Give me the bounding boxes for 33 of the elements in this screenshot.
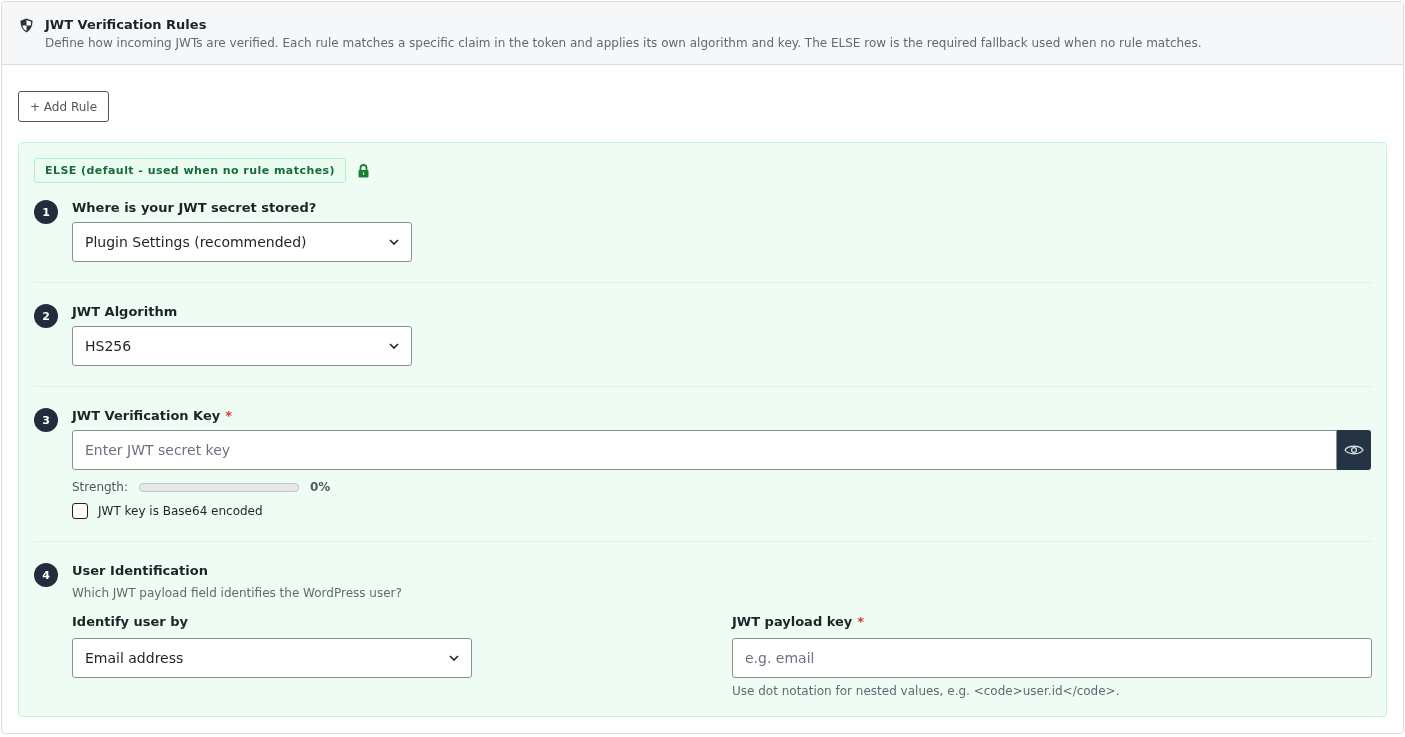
secret-key-field[interactable]: Enter JWT secret key <box>72 430 1337 470</box>
chevron-down-icon <box>389 239 399 245</box>
show-key-button[interactable] <box>1337 430 1371 470</box>
default-rule-badge: ELSE (default - used when no rule matches) <box>34 158 347 183</box>
strength-label: Strength: <box>72 480 128 494</box>
step-number: 4 <box>34 563 58 587</box>
step-number: 3 <box>34 408 58 432</box>
required-mark: * <box>225 407 233 425</box>
field-label: JWT Algorithm <box>72 303 178 321</box>
eye-icon <box>1344 444 1364 456</box>
payload-key-field[interactable]: e.g. email <box>732 638 1372 678</box>
chevron-down-icon <box>389 343 399 349</box>
chevron-down-icon <box>449 655 459 661</box>
checkbox-label: JWT key is Base64 encoded <box>98 504 263 518</box>
dropdown[interactable]: Email address <box>72 638 472 678</box>
field-label: Identify user by <box>72 613 189 631</box>
dropdown[interactable]: HS256 <box>72 326 412 366</box>
help-text: Use dot notation for nested values, e.g. <code>user.id</code>. <box>732 684 1120 699</box>
field-label: Where is your JWT secret stored? <box>72 199 317 217</box>
required-mark: * <box>857 613 865 631</box>
shield-icon <box>20 18 33 33</box>
field-label: User Identification <box>72 562 208 580</box>
strength-value: 0% <box>309 480 331 494</box>
panel-description: Define how incoming JWTs are verified. Each rule matches a specific claim in the token and applies its own algorithm and key. The ELSE row is the required fallback used when no rule matches. <box>45 36 1202 51</box>
dropdown[interactable]: Plugin Settings (recommended) <box>72 222 412 262</box>
checkbox[interactable] <box>72 503 88 519</box>
step-description: Which JWT payload field identifies the WordPress user? <box>72 586 402 601</box>
field-label: JWT Verification Key <box>72 407 221 425</box>
step-number: 2 <box>34 304 58 328</box>
step-number: 1 <box>34 200 58 224</box>
field-label: JWT payload key <box>732 613 853 631</box>
add-rule-button[interactable]: + Add Rule <box>18 91 110 122</box>
panel-title: JWT Verification Rules <box>45 16 207 33</box>
